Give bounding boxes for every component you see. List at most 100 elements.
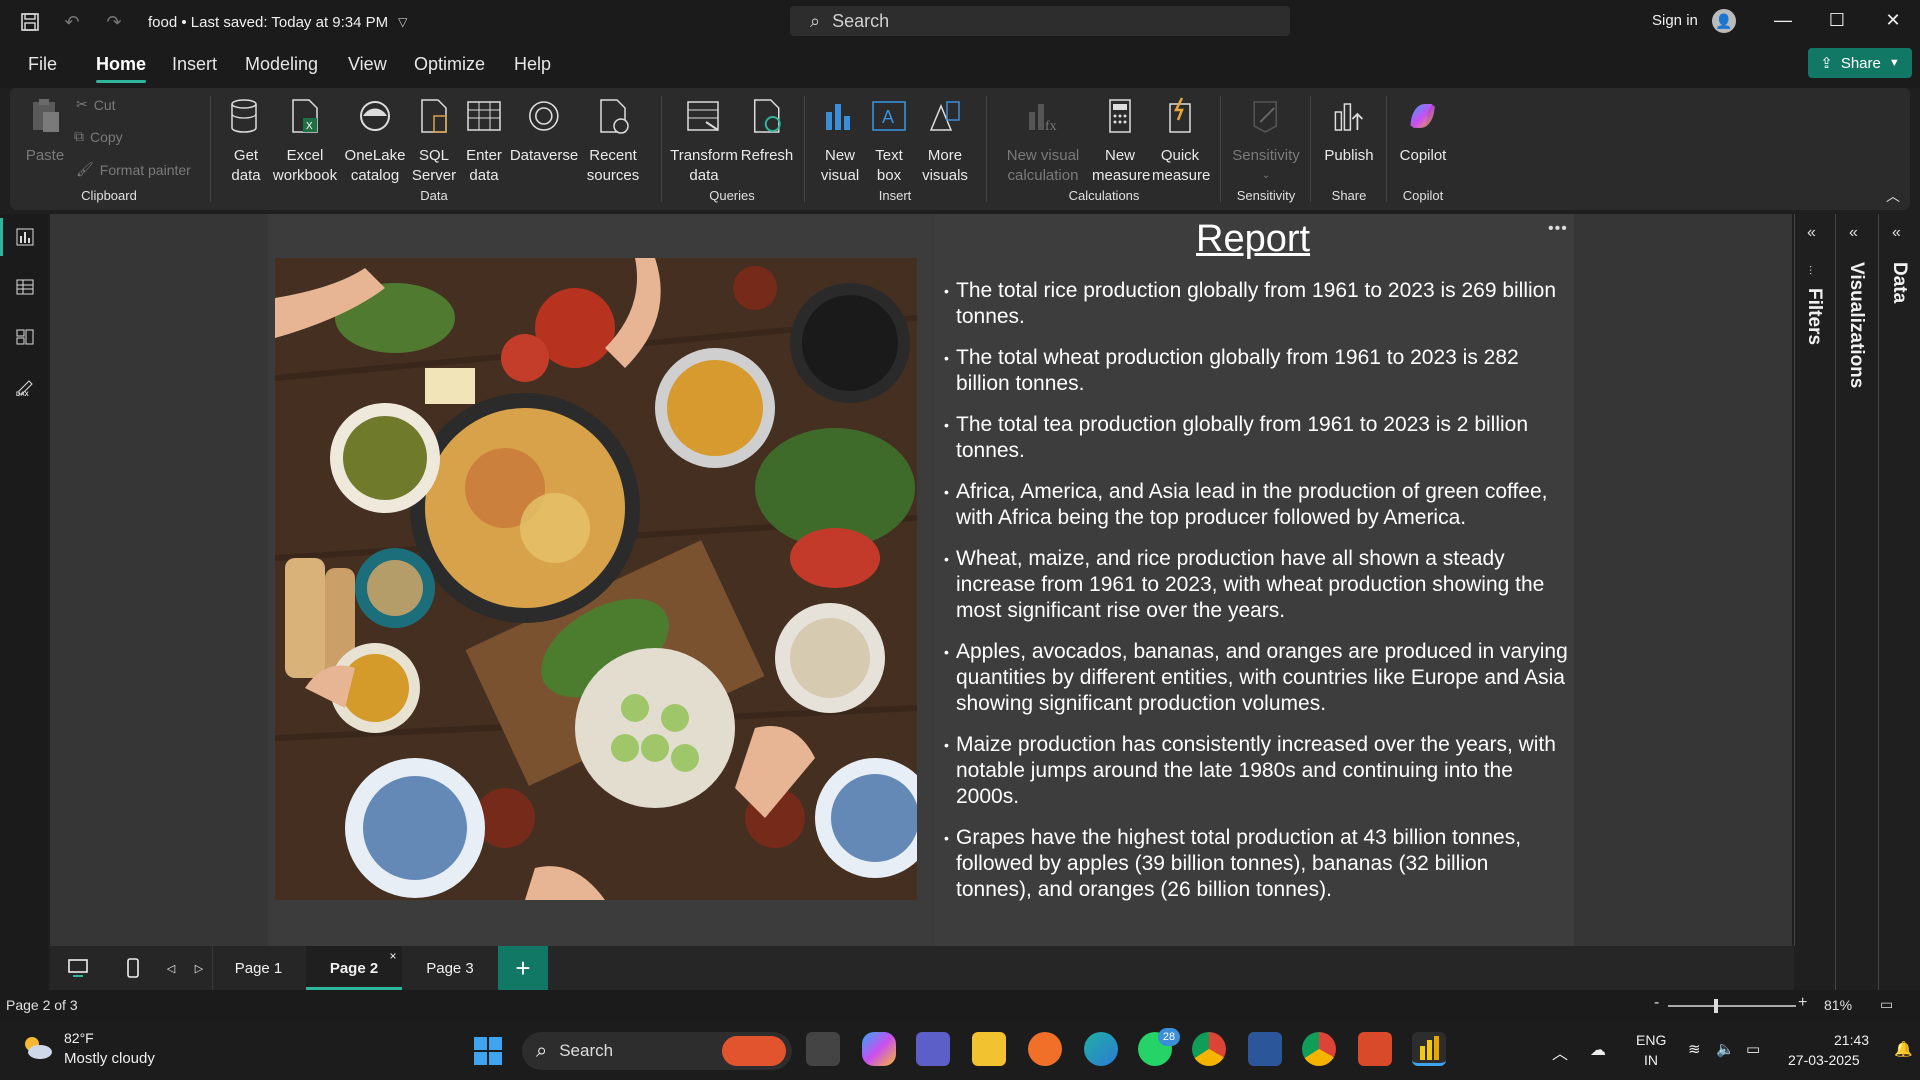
- transform-data-button[interactable]: Transform data: [669, 96, 739, 186]
- get-data-button[interactable]: Get data: [223, 96, 269, 186]
- close-tab-icon[interactable]: ×: [386, 946, 400, 966]
- data-pane[interactable]: « Data: [1878, 214, 1920, 990]
- menu-view[interactable]: View: [348, 52, 387, 77]
- save-icon[interactable]: [18, 10, 42, 34]
- language-indicator[interactable]: ENG: [1636, 1032, 1666, 1048]
- refresh-button[interactable]: Refresh: [741, 96, 793, 166]
- onelake-catalog-button[interactable]: OneLake catalog: [340, 96, 410, 186]
- menu-modeling[interactable]: Modeling: [245, 52, 318, 77]
- chrome-profile-icon[interactable]: [1302, 1032, 1336, 1066]
- battery-icon[interactable]: ▭: [1746, 1040, 1760, 1058]
- collapse-ribbon-icon[interactable]: ︿: [1886, 186, 1900, 206]
- task-view-icon[interactable]: [806, 1032, 840, 1066]
- menu-help[interactable]: Help: [514, 52, 551, 77]
- report-view-icon[interactable]: [0, 218, 38, 256]
- title-bar: ↶ ↷ food • Last saved: Today at 9:34 PM …: [0, 0, 1920, 44]
- chrome-icon[interactable]: [1192, 1032, 1226, 1066]
- menu-optimize[interactable]: Optimize: [414, 52, 485, 77]
- format-painter-button[interactable]: 🖌 Format painter: [76, 161, 191, 178]
- enter-data-button[interactable]: Enter data: [461, 96, 507, 186]
- copilot-app-icon[interactable]: [862, 1032, 896, 1066]
- tab-page-3[interactable]: Page 3: [404, 946, 496, 990]
- new-visual-calculation-button[interactable]: fx New visual calculation: [1000, 96, 1086, 186]
- taskbar-search[interactable]: ⌕ Search: [522, 1032, 792, 1070]
- close-icon[interactable]: ✕: [1878, 10, 1908, 31]
- more-options-icon[interactable]: •••: [1548, 220, 1568, 238]
- undo-icon[interactable]: ↶: [60, 10, 84, 34]
- zoom-slider[interactable]: [1668, 999, 1796, 1013]
- zoom-out-button[interactable]: -: [1654, 994, 1659, 1012]
- windows-start-icon[interactable]: [473, 1036, 503, 1066]
- excel-workbook-button[interactable]: X Excel workbook: [270, 96, 340, 186]
- group-label-calculations: Calculations: [1068, 188, 1140, 203]
- volume-icon[interactable]: 🔈: [1716, 1040, 1735, 1058]
- menu-home[interactable]: Home: [96, 52, 147, 83]
- zoom-slider-handle[interactable]: [1714, 999, 1718, 1013]
- copy-icon: ⧉: [74, 128, 84, 144]
- show-hidden-icons[interactable]: ︿: [1552, 1040, 1568, 1064]
- next-page-icon[interactable]: ▷: [188, 946, 210, 990]
- sql-server-button[interactable]: SQL Server: [411, 96, 457, 186]
- windows-taskbar: [0, 1020, 1920, 1080]
- search-box[interactable]: ⌕ Search: [790, 6, 1290, 36]
- new-measure-button[interactable]: New measure: [1092, 96, 1150, 186]
- sign-in-link[interactable]: Sign in: [1652, 12, 1698, 29]
- more-visuals-button[interactable]: More visuals: [915, 96, 975, 186]
- clock-time[interactable]: 21:43: [1834, 1032, 1869, 1048]
- quick-measure-button[interactable]: Quick measure: [1152, 96, 1210, 186]
- expand-data-icon[interactable]: «: [1892, 224, 1901, 242]
- redo-icon[interactable]: ↷: [102, 10, 126, 34]
- sensitivity-button[interactable]: Sensitivity ⌄: [1232, 96, 1300, 186]
- fit-to-page-icon[interactable]: ▭: [1880, 996, 1893, 1013]
- file-menu-chevron-icon[interactable]: ▽: [398, 15, 407, 29]
- dataverse-button[interactable]: Dataverse: [510, 96, 578, 166]
- copilot-button[interactable]: Copilot: [1400, 96, 1446, 166]
- clock-date[interactable]: 27-03-2025: [1788, 1052, 1860, 1068]
- maximize-icon[interactable]: ☐: [1822, 10, 1852, 31]
- expand-visualizations-icon[interactable]: «: [1849, 224, 1858, 242]
- app-orange-icon[interactable]: [1028, 1032, 1062, 1066]
- copy-button[interactable]: ⧉ Copy: [74, 128, 123, 145]
- wifi-icon[interactable]: ≋: [1688, 1040, 1701, 1058]
- cut-button[interactable]: ✂ Cut: [76, 96, 116, 113]
- new-visual-button[interactable]: New visual: [817, 96, 863, 186]
- model-view-icon[interactable]: [12, 324, 38, 350]
- table-view-icon[interactable]: [12, 274, 38, 300]
- paste-button[interactable]: Paste: [25, 96, 65, 166]
- visualizations-pane[interactable]: « Visualizations: [1835, 214, 1877, 990]
- word-icon[interactable]: [1248, 1032, 1282, 1066]
- filters-pane[interactable]: « ⫶ Filters: [1794, 214, 1834, 946]
- publish-button[interactable]: Publish: [1324, 96, 1374, 166]
- avatar-icon[interactable]: 👤: [1712, 9, 1736, 33]
- dax-query-view-icon[interactable]: DAX: [12, 374, 38, 400]
- recent-sources-button[interactable]: Recent sources: [581, 96, 645, 186]
- desktop-layout-icon[interactable]: [60, 946, 96, 990]
- group-label-sensitivity: Sensitivity: [1236, 188, 1296, 203]
- new-visual-icon: [826, 104, 850, 130]
- menu-insert[interactable]: Insert: [172, 52, 217, 77]
- weather-icon[interactable]: [20, 1034, 54, 1062]
- share-button[interactable]: ⇪ Share ▼: [1808, 48, 1912, 78]
- add-page-button[interactable]: +: [498, 946, 548, 990]
- edge-icon[interactable]: [1084, 1032, 1118, 1066]
- sensitivity-icon: [1253, 101, 1277, 133]
- menu-file[interactable]: File: [28, 52, 57, 77]
- tab-page-1[interactable]: Page 1: [212, 946, 304, 990]
- minimize-icon[interactable]: —: [1768, 10, 1798, 31]
- prev-page-icon[interactable]: ◁: [160, 946, 182, 990]
- power-bi-icon[interactable]: [1412, 1032, 1446, 1066]
- mobile-layout-icon[interactable]: [118, 946, 148, 990]
- text-box-button[interactable]: A Text box: [869, 96, 909, 186]
- expand-filters-icon[interactable]: «: [1807, 224, 1816, 242]
- onedrive-icon[interactable]: ☁: [1590, 1040, 1606, 1060]
- zoom-in-button[interactable]: +: [1798, 994, 1807, 1012]
- notification-bell-icon[interactable]: 🔔: [1894, 1040, 1913, 1058]
- zoom-level[interactable]: 81%: [1824, 997, 1852, 1013]
- weather-description: Mostly cloudy: [64, 1050, 155, 1067]
- food-spread-image[interactable]: [275, 258, 917, 900]
- copilot-icon: [1410, 104, 1435, 128]
- group-label-queries: Queries: [709, 188, 755, 203]
- file-explorer-icon[interactable]: [972, 1032, 1006, 1066]
- teams-icon[interactable]: [916, 1032, 950, 1066]
- app-red-icon[interactable]: [1358, 1032, 1392, 1066]
